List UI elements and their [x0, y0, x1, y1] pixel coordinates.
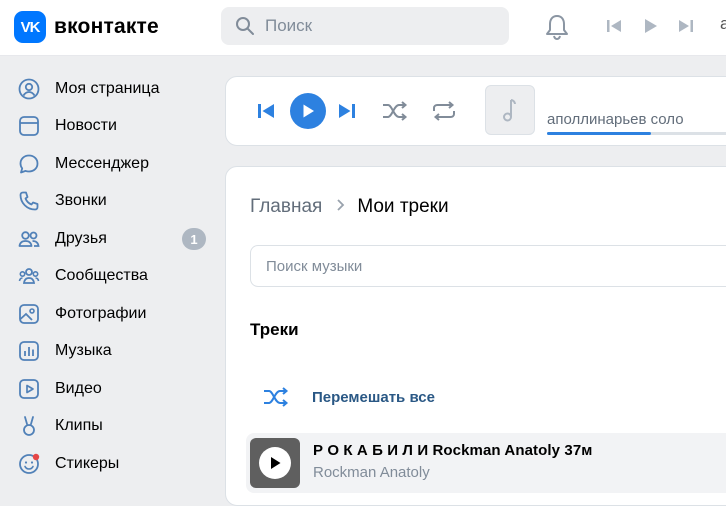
- sidebar-item-news[interactable]: Новости: [0, 108, 220, 146]
- sidebar-item-video[interactable]: Видео: [0, 370, 220, 408]
- play-button[interactable]: [290, 93, 326, 129]
- header-next-icon[interactable]: [677, 17, 695, 40]
- sidebar-item-label: Звонки: [55, 192, 107, 210]
- track-cover-placeholder: [485, 85, 535, 135]
- header-search-input[interactable]: [265, 16, 465, 36]
- user-circle-icon: [18, 78, 40, 100]
- music-main-card: Главная Мои треки Треки Перемешать все Р…: [225, 166, 726, 506]
- chevron-right-icon: [336, 196, 345, 218]
- sidebar-item-calls[interactable]: Звонки: [0, 183, 220, 221]
- next-icon: [339, 104, 355, 118]
- sidebar-item-clips[interactable]: Клипы: [0, 408, 220, 446]
- breadcrumb: Главная Мои треки: [250, 196, 449, 218]
- prev-icon: [258, 104, 274, 118]
- track-artist[interactable]: Rockman Anatoly: [313, 464, 430, 481]
- photo-icon: [18, 303, 40, 325]
- breadcrumb-home-link[interactable]: Главная: [250, 196, 322, 218]
- sidebar-item-label: Друзья: [55, 229, 107, 247]
- music-search-input[interactable]: [266, 257, 666, 275]
- top-header: VK вконтакте a: [0, 0, 726, 56]
- play-icon: [271, 457, 281, 469]
- vk-logo-icon: VK: [14, 11, 46, 43]
- search-icon: [236, 17, 254, 35]
- music-search-box[interactable]: [250, 245, 726, 287]
- next-track-button[interactable]: [337, 101, 357, 121]
- track-play-button[interactable]: [259, 447, 291, 479]
- vk-logo[interactable]: VK вконтакте: [14, 11, 159, 43]
- repeat-button[interactable]: [430, 99, 458, 123]
- sidebar-item-label: Мессенджер: [55, 154, 149, 172]
- news-icon: [18, 115, 40, 137]
- shuffle-icon: [383, 101, 408, 121]
- playback-progress-bar[interactable]: [547, 132, 726, 135]
- sidebar-item-music[interactable]: Музыка: [0, 333, 220, 371]
- shuffle-button[interactable]: [381, 99, 409, 123]
- now-playing-title: аполлинарьев соло: [547, 111, 684, 128]
- play-icon: [303, 104, 314, 118]
- sidebar-item-my-page[interactable]: Моя страница: [0, 70, 220, 108]
- repeat-icon: [433, 101, 455, 121]
- communities-icon: [18, 265, 40, 287]
- stickers-icon: [18, 453, 40, 475]
- sidebar-item-label: Новости: [55, 117, 117, 135]
- audio-player: аполлинарьев соло: [225, 76, 726, 146]
- header-play-icon[interactable]: [641, 17, 659, 40]
- phone-icon: [18, 190, 40, 212]
- track-row[interactable]: Р О К А Б И Л И Rockman Anatoly 37м Rock…: [246, 433, 726, 493]
- sidebar-item-photos[interactable]: Фотографии: [0, 295, 220, 333]
- sidebar-item-label: Музыка: [55, 342, 112, 360]
- tracks-section-title: Треки: [250, 320, 299, 339]
- video-icon: [18, 378, 40, 400]
- track-title[interactable]: Р О К А Б И Л И Rockman Anatoly 37м: [313, 442, 592, 459]
- sidebar-item-friends[interactable]: Друзья 1: [0, 220, 220, 258]
- sidebar-item-label: Стикеры: [55, 454, 120, 472]
- shuffle-all-label: Перемешать все: [312, 388, 435, 406]
- message-icon: [18, 153, 40, 175]
- sidebar-item-stickers[interactable]: Стикеры: [0, 445, 220, 483]
- shuffle-icon: [264, 387, 289, 407]
- notifications-bell-icon[interactable]: [544, 13, 570, 46]
- clips-icon: [18, 415, 40, 437]
- shuffle-all-button[interactable]: Перемешать все: [262, 386, 435, 408]
- prev-track-button[interactable]: [256, 101, 276, 121]
- track-cover[interactable]: [250, 438, 300, 488]
- sidebar-item-messenger[interactable]: Мессенджер: [0, 145, 220, 183]
- header-search[interactable]: [221, 7, 509, 45]
- music-note-icon: [503, 99, 516, 122]
- music-icon: [18, 340, 40, 362]
- sidebar-item-communities[interactable]: Сообщества: [0, 258, 220, 296]
- sidebar-item-label: Видео: [55, 379, 102, 397]
- header-player-controls: [605, 17, 695, 40]
- header-prev-icon[interactable]: [605, 17, 623, 40]
- sidebar-item-label: Моя страница: [55, 79, 160, 97]
- sidebar-item-label: Фотографии: [55, 304, 147, 322]
- logo-text: вконтакте: [54, 15, 159, 38]
- sidebar-item-label: Сообщества: [55, 267, 148, 285]
- sidebar-item-label: Клипы: [55, 417, 103, 435]
- header-user-name-truncated[interactable]: a: [720, 14, 726, 34]
- playback-progress-fill: [547, 132, 651, 135]
- breadcrumb-current: Мои треки: [357, 196, 449, 217]
- friends-icon: [18, 228, 40, 250]
- left-sidebar: Моя страница Новости Мессенджер Звонки Д…: [0, 70, 220, 483]
- friends-count-badge: 1: [182, 228, 206, 250]
